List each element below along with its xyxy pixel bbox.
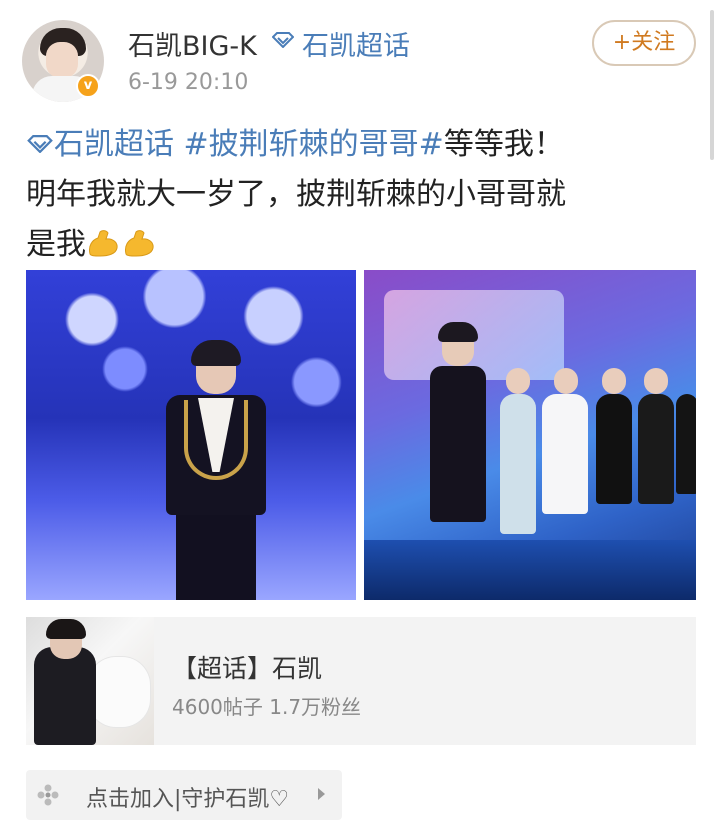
person-hair	[46, 619, 86, 639]
stage-photo-2[interactable]	[364, 270, 696, 600]
super-topic-title: 【超话】石凯	[172, 654, 323, 683]
performer-hair	[438, 322, 478, 342]
post-timestamp: 6-19 20:10	[128, 70, 249, 95]
super-topic-diamond-icon	[272, 32, 294, 48]
post-header: v 石凯BIG-K 石凯超话 6-19 20:10 +关注	[0, 0, 720, 110]
guest-figure	[676, 394, 696, 494]
avatar-face	[46, 42, 78, 78]
scrollbar[interactable]	[710, 10, 714, 160]
join-button-label: 点击加入|守护石凯♡	[86, 787, 290, 812]
guest-figure	[596, 394, 632, 504]
post-text-segment: 等等我！	[443, 127, 564, 162]
super-topic-stats: 4600帖子 1.7万粉丝	[172, 695, 362, 719]
stage-photo-1[interactable]	[26, 270, 356, 600]
guest-head	[602, 368, 626, 394]
channel-tag-link[interactable]: 石凯超话	[54, 127, 174, 162]
guest-head	[554, 368, 578, 394]
dog-figure	[88, 657, 150, 727]
performer-legs	[176, 513, 256, 600]
post-text-line: 明年我就大一岁了，披荆斩棘的小哥哥就	[26, 177, 566, 212]
post-text-line: 是我	[26, 227, 86, 262]
chevron-right-icon	[318, 788, 325, 800]
post-body-text: 石凯超话 #披荆斩棘的哥哥#等等我！ 明年我就大一岁了，披荆斩棘的小哥哥就 是我	[26, 120, 706, 270]
super-topic-diamond-icon	[27, 135, 53, 154]
super-topic-thumbnail	[26, 617, 154, 745]
guest-figure	[542, 394, 588, 514]
follow-button[interactable]: +关注	[592, 20, 696, 66]
join-super-topic-button[interactable]: 点击加入|守护石凯♡	[26, 770, 342, 820]
guest-head	[644, 368, 668, 394]
channel-link[interactable]: 石凯超话	[302, 24, 410, 63]
guest-figure	[500, 394, 536, 534]
flower-icon	[37, 784, 59, 806]
verified-badge-icon: v	[76, 74, 100, 98]
super-topic-card[interactable]: 【超话】石凯 4600帖子 1.7万粉丝	[26, 617, 696, 745]
stage-floor	[364, 540, 696, 600]
username[interactable]: 石凯BIG-K	[128, 24, 257, 63]
guest-figure	[638, 394, 674, 504]
performer-body	[430, 366, 486, 522]
muscle-icon	[89, 230, 118, 257]
guest-head	[506, 368, 530, 394]
hashtag-link[interactable]: #披荆斩棘的哥哥#	[184, 127, 444, 162]
performer-hair	[191, 340, 241, 366]
muscle-icon	[125, 230, 154, 257]
person-figure	[34, 647, 96, 745]
